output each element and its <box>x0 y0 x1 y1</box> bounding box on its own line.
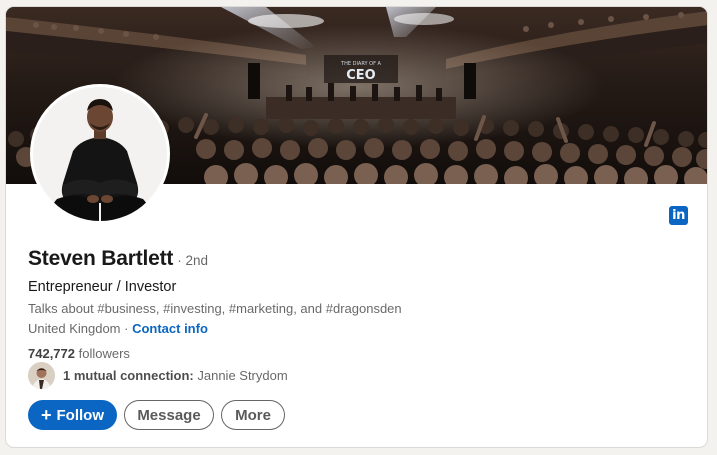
mutual-name: Jannie Strydom <box>197 368 288 383</box>
mutual-count: 1 mutual connection: <box>63 368 194 383</box>
location-row: United Kingdom · Contact info <box>28 321 208 336</box>
mutual-connections[interactable]: 1 mutual connection: Jannie Strydom <box>28 362 288 389</box>
location-separator: · <box>120 321 133 336</box>
follow-button[interactable]: + Follow <box>28 400 117 430</box>
mutual-connection-avatar <box>28 362 55 389</box>
mutual-connection-photo <box>28 362 55 389</box>
contact-info-link[interactable]: Contact info <box>132 321 208 336</box>
profile-headline: Entrepreneur / Investor <box>28 279 177 295</box>
follow-label: Follow <box>56 406 105 424</box>
stage-text-large: CEO <box>346 68 375 83</box>
followers-label: followers <box>78 346 130 361</box>
profile-location: United Kingdom <box>28 321 121 336</box>
profile-avatar[interactable] <box>30 84 170 224</box>
profile-photo <box>33 87 167 221</box>
message-button[interactable]: Message <box>124 400 214 430</box>
connection-degree: · 2nd <box>177 253 208 268</box>
plus-icon: + <box>41 405 52 425</box>
mutual-connection-text: 1 mutual connection: Jannie Strydom <box>63 368 288 383</box>
followers-number: 742,772 <box>28 346 75 361</box>
profile-card: THE DIARY OF A CEO in Steven Bartlett · … <box>5 6 708 448</box>
profile-actions: + Follow Message More <box>28 400 285 430</box>
linkedin-icon[interactable]: in <box>669 206 688 225</box>
name-row: Steven Bartlett · 2nd <box>28 247 208 271</box>
stage-text-small: THE DIARY OF A <box>340 61 382 67</box>
more-button[interactable]: More <box>221 400 285 430</box>
profile-name: Steven Bartlett <box>28 247 174 270</box>
talks-about: Talks about #business, #investing, #mark… <box>28 301 402 316</box>
followers-count: 742,772 followers <box>28 346 130 361</box>
